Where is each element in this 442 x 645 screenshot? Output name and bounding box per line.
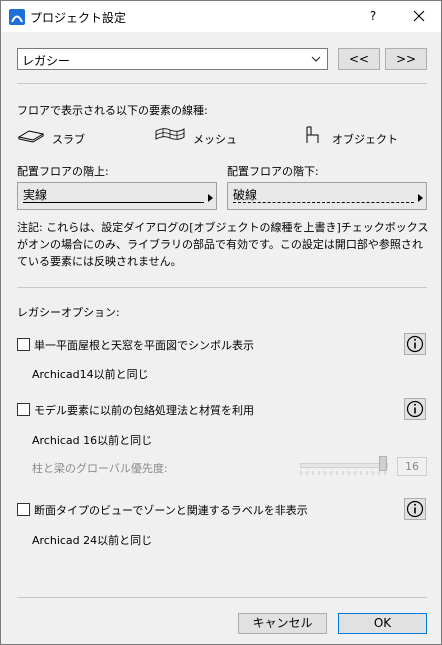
popup-arrow-icon xyxy=(418,194,423,202)
option1-info-button[interactable] xyxy=(404,333,426,355)
info-icon xyxy=(406,400,424,418)
global-priority-label: 柱と梁のグローバル優先度: xyxy=(32,462,168,475)
floor-below-label: 配置フロアの階下: xyxy=(227,165,319,178)
object-label: オブジェクト xyxy=(332,133,398,146)
object-chair-icon xyxy=(306,126,319,143)
option1-label[interactable]: 単一平面屋根と天窓を平面図でシンボル表示 xyxy=(34,337,254,353)
ok-button[interactable]: OK xyxy=(338,613,427,634)
mesh-icon xyxy=(155,128,185,140)
option2-info-button[interactable] xyxy=(404,398,426,420)
preset-dropdown-value: レガシー xyxy=(22,54,71,68)
next-preset-button[interactable]: >> xyxy=(385,48,427,70)
popup-arrow-icon xyxy=(208,194,213,202)
title-bar: プロジェクト設定 ? xyxy=(1,1,441,32)
option2-checkbox[interactable] xyxy=(17,403,30,416)
info-icon xyxy=(406,335,424,353)
slider-ticks xyxy=(300,471,386,475)
note-text: 注記: これらは、設定ダイアログの[オブジェクトの線種を上書き]チェックボックス… xyxy=(17,221,429,268)
option3-checkbox[interactable] xyxy=(17,503,30,516)
divider xyxy=(17,287,427,288)
global-priority-value[interactable]: 16 xyxy=(397,457,427,476)
window-title: プロジェクト設定 xyxy=(30,11,127,25)
option3-info-button[interactable] xyxy=(404,498,426,520)
floor-above-line-type-popup[interactable]: 実線 xyxy=(17,182,217,210)
slab-icon xyxy=(17,130,45,143)
archicad-app-icon xyxy=(9,9,25,25)
floor-below-value: 破線 xyxy=(233,188,258,202)
solid-line-preview xyxy=(23,202,204,203)
cancel-button[interactable]: キャンセル xyxy=(238,613,327,634)
floor-above-value: 実線 xyxy=(23,188,48,202)
option2-sub-label: Archicad 16以前と同じ xyxy=(32,434,153,447)
mesh-label: メッシュ xyxy=(193,133,237,146)
option1-checkbox[interactable] xyxy=(17,338,30,351)
close-button[interactable] xyxy=(397,2,441,31)
close-icon xyxy=(413,10,425,22)
divider xyxy=(17,597,427,598)
floor-above-label: 配置フロアの階上: xyxy=(17,165,109,178)
option3-label[interactable]: 断面タイプのビューでゾーンと関連するラベルを非表示 xyxy=(34,502,308,518)
global-priority-slider-thumb[interactable] xyxy=(379,456,387,471)
option1-sub-label: Archicad14以前と同じ xyxy=(32,368,149,381)
floor-below-line-type-popup[interactable]: 破線 xyxy=(227,182,427,210)
global-priority-slider-track xyxy=(300,463,388,468)
option2-label[interactable]: モデル要素に以前の包絡処理法と材質を利用 xyxy=(34,402,254,418)
option3-sub-label: Archicad 24以前と同じ xyxy=(32,534,153,547)
info-icon xyxy=(406,500,424,518)
slab-label: スラブ xyxy=(52,133,85,146)
previous-preset-button[interactable]: << xyxy=(338,48,380,70)
dashed-line-preview xyxy=(233,202,414,203)
project-settings-dialog: プロジェクト設定 ? レガシー << >> フロアで表示される以下の要素の線種:… xyxy=(0,0,442,645)
help-button[interactable]: ? xyxy=(353,2,393,31)
preset-dropdown[interactable]: レガシー xyxy=(17,48,328,70)
floor-lines-heading: フロアで表示される以下の要素の線種: xyxy=(17,104,208,117)
chevron-down-icon xyxy=(311,56,321,62)
divider xyxy=(17,83,427,84)
legacy-options-heading: レガシーオプション: xyxy=(17,306,120,319)
